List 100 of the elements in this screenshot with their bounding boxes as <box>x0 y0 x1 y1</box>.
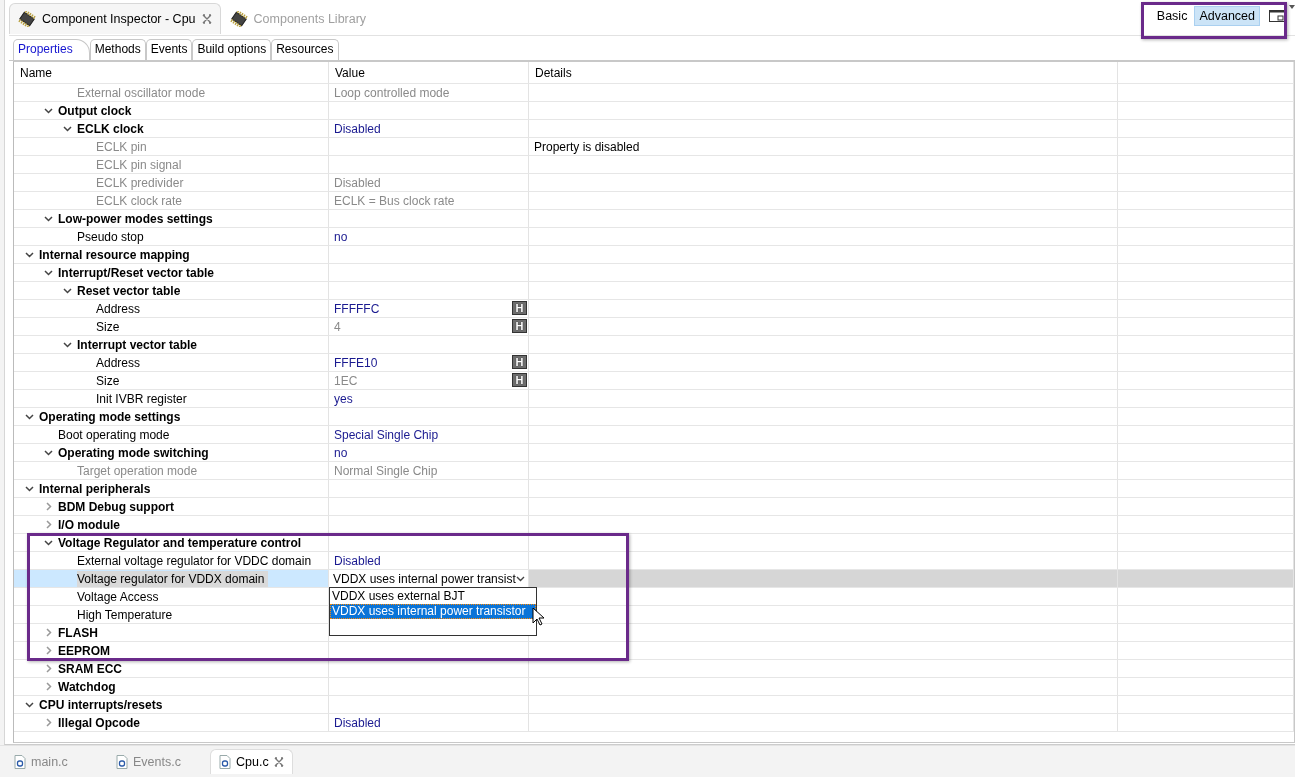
property-value[interactable]: FFFFFC <box>334 301 380 316</box>
chevron-right-icon[interactable] <box>45 664 52 673</box>
property-name: Pseudo stop <box>77 229 144 244</box>
chevron-down-icon[interactable] <box>63 287 72 294</box>
property-row[interactable]: BDM Debug support <box>14 498 1294 516</box>
close-icon[interactable] <box>201 14 212 24</box>
property-name: Address <box>96 355 141 370</box>
property-row[interactable]: Operating mode switching no <box>14 444 1294 462</box>
chevron-right-icon[interactable] <box>45 502 52 511</box>
property-row[interactable]: Pseudo stop no <box>14 228 1294 246</box>
property-value[interactable]: no <box>334 445 348 460</box>
editor-tab[interactable]: Cpu.c <box>210 749 293 774</box>
property-value[interactable]: 4 <box>334 319 341 334</box>
property-tab[interactable]: Build options <box>192 39 272 60</box>
property-name: Size <box>96 319 120 334</box>
column-header[interactable]: Value <box>335 65 365 80</box>
chevron-down-icon[interactable] <box>25 701 34 708</box>
property-row[interactable]: Reset vector table <box>14 282 1294 300</box>
property-tab[interactable]: Resources <box>271 39 339 60</box>
property-row[interactable]: FLASH <box>14 624 1294 642</box>
menu-arrow-icon[interactable] <box>1289 4 1295 10</box>
property-row[interactable]: Address FFFE10 H <box>14 354 1294 372</box>
value-dropdown[interactable]: VDDX uses internal power transist <box>329 571 529 586</box>
property-row[interactable]: Output clock <box>14 102 1294 120</box>
chevron-down-icon[interactable] <box>515 575 525 582</box>
property-row[interactable]: EEPROM <box>14 642 1294 660</box>
chevron-right-icon[interactable] <box>45 628 52 637</box>
property-row[interactable]: Init IVBR register yes <box>14 390 1294 408</box>
property-name: Output clock <box>58 103 132 118</box>
property-tab[interactable]: Properties <box>13 39 90 60</box>
property-name: Init IVBR register <box>96 391 187 406</box>
property-row[interactable]: Illegal Opcode Disabled <box>14 714 1294 732</box>
chevron-down-icon[interactable] <box>25 251 34 258</box>
mode-toggle[interactable]: Advanced <box>1194 6 1260 26</box>
property-row[interactable]: Address FFFFFC H <box>14 300 1294 318</box>
property-value[interactable]: Disabled <box>334 553 381 568</box>
property-row[interactable]: Internal peripherals <box>14 480 1294 498</box>
property-name: Watchdog <box>58 679 116 694</box>
property-name: SRAM ECC <box>58 661 122 676</box>
property-name: Reset vector table <box>77 283 181 298</box>
property-row[interactable]: CPU interrupts/resets <box>14 696 1294 714</box>
chevron-right-icon[interactable] <box>45 646 52 655</box>
property-row[interactable]: SRAM ECC <box>14 660 1294 678</box>
dropdown-option[interactable]: VDDX uses external BJT <box>330 589 536 604</box>
hex-toggle[interactable]: H <box>512 373 527 387</box>
property-value[interactable]: Special Single Chip <box>334 427 439 442</box>
property-row[interactable]: I/O module <box>14 516 1294 534</box>
property-name: I/O module <box>58 517 120 532</box>
mode-toggle[interactable]: Basic <box>1152 7 1192 25</box>
chevron-down-icon[interactable] <box>63 125 72 132</box>
view-tab[interactable]: Component Inspector - Cpu <box>9 3 221 34</box>
property-value[interactable]: Disabled <box>334 715 381 730</box>
property-value[interactable]: FFFE10 <box>334 355 378 370</box>
chevron-down-icon[interactable] <box>44 215 53 222</box>
property-row[interactable]: Interrupt vector table <box>14 336 1294 354</box>
property-row[interactable]: Boot operating mode Special Single Chip <box>14 426 1294 444</box>
property-row[interactable]: Internal resource mapping <box>14 246 1294 264</box>
property-name: Low-power modes settings <box>58 211 213 226</box>
chevron-down-icon[interactable] <box>44 449 53 456</box>
property-name: Size <box>96 373 120 388</box>
chevron-down-icon[interactable] <box>44 107 53 114</box>
property-tab[interactable]: Methods <box>89 39 146 60</box>
panel-icon[interactable] <box>1269 10 1285 22</box>
hex-toggle[interactable]: H <box>512 319 527 333</box>
chevron-down-icon[interactable] <box>25 413 34 420</box>
hex-toggle[interactable]: H <box>512 301 527 315</box>
chevron-right-icon[interactable] <box>45 718 52 727</box>
c-file-icon <box>14 755 26 769</box>
chevron-down-icon[interactable] <box>44 539 53 546</box>
property-tab[interactable]: Events <box>145 39 193 60</box>
property-row[interactable]: ECLK clock Disabled <box>14 120 1294 138</box>
close-icon[interactable] <box>273 757 284 767</box>
property-name: EEPROM <box>58 643 110 658</box>
property-name: Voltage Access <box>77 589 159 604</box>
property-value[interactable]: Disabled <box>334 121 381 136</box>
chevron-right-icon[interactable] <box>45 682 52 691</box>
property-row[interactable]: Interrupt/Reset vector table <box>14 264 1294 282</box>
property-row[interactable]: Watchdog <box>14 678 1294 696</box>
property-value[interactable]: yes <box>334 391 353 406</box>
property-value[interactable]: no <box>334 229 348 244</box>
property-name: Voltage regulator for VDDX domain <box>77 570 269 587</box>
property-row[interactable]: Size 4 H <box>14 318 1294 336</box>
column-header[interactable]: Name <box>20 65 52 80</box>
hex-toggle[interactable]: H <box>512 355 527 369</box>
chevron-down-icon[interactable] <box>44 269 53 276</box>
property-row[interactable]: Operating mode settings <box>14 408 1294 426</box>
property-name: Operating mode settings <box>39 409 181 424</box>
property-row[interactable]: Size 1EC H <box>14 372 1294 390</box>
chevron-down-icon[interactable] <box>25 485 34 492</box>
property-details: Property is disabled <box>534 139 640 154</box>
property-row[interactable]: Voltage Regulator and temperature control <box>14 534 1294 552</box>
property-name: Interrupt vector table <box>77 337 198 352</box>
property-row[interactable]: Low-power modes settings <box>14 210 1294 228</box>
property-name: ECLK clock <box>77 121 144 136</box>
chevron-right-icon[interactable] <box>45 520 52 529</box>
property-name: BDM Debug support <box>58 499 174 514</box>
property-name: Voltage Regulator and temperature control <box>58 535 302 550</box>
column-header[interactable]: Details <box>535 65 572 80</box>
chevron-down-icon[interactable] <box>63 341 72 348</box>
dropdown-option[interactable]: VDDX uses internal power transistor <box>330 604 536 619</box>
